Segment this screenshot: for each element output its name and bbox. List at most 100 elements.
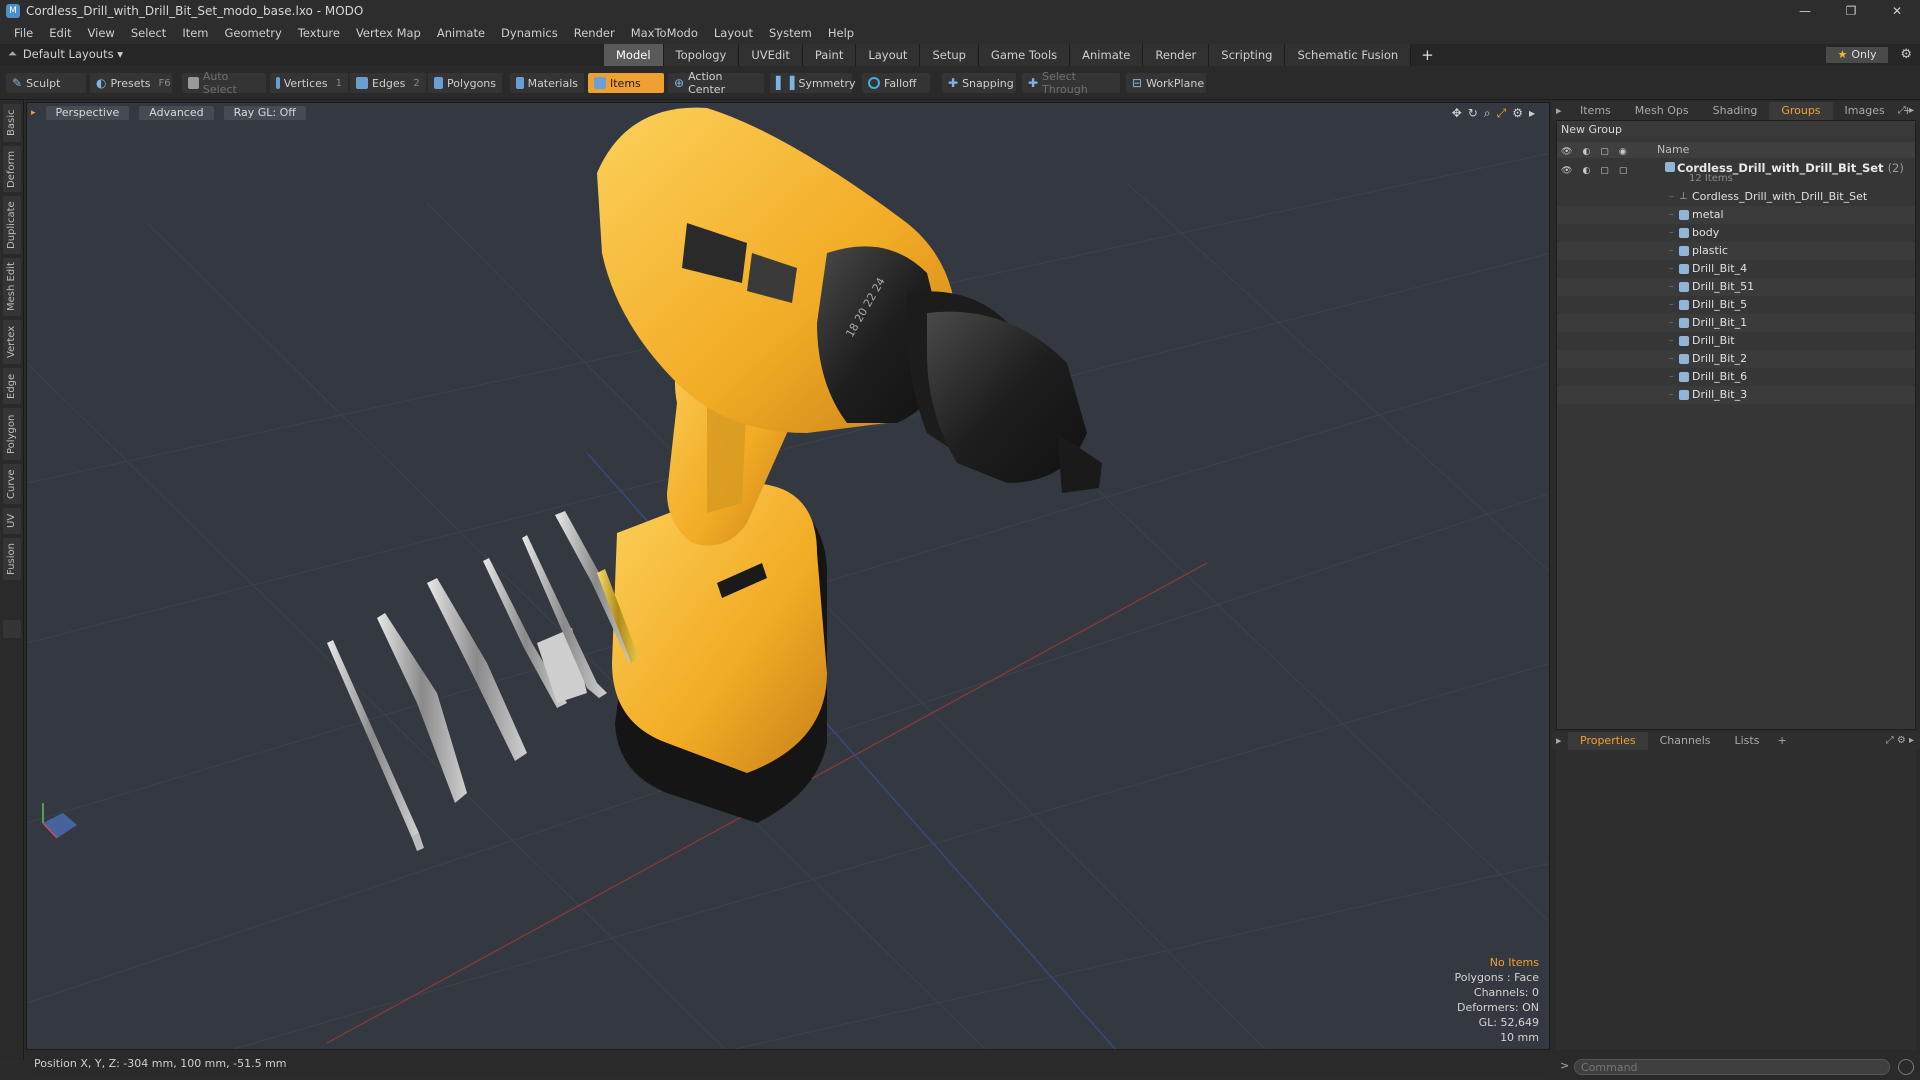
sculpt-button[interactable]: ✎ Sculpt [6, 73, 86, 93]
lock-icon[interactable]: ▢ [1600, 166, 1609, 176]
menu-view[interactable]: View [80, 26, 123, 40]
vtab-edge[interactable]: Edge [3, 368, 21, 404]
auto-select-button[interactable]: Auto Select [182, 70, 266, 96]
list-item[interactable]: – Drill_Bit_2 [1557, 350, 1915, 368]
vtab-polygon[interactable]: Polygon [3, 408, 21, 460]
materials-button[interactable]: Materials [510, 73, 584, 93]
command-history-button[interactable] [1898, 1059, 1914, 1075]
panel-menu-icon[interactable]: ▸ [1552, 102, 1568, 120]
menu-maxtomodo[interactable]: MaxToModo [623, 26, 706, 40]
group-row[interactable]: 👁 ◐ ▢ ▢ Cordless_Drill_with_Drill_Bit_Se… [1557, 158, 1915, 188]
list-item[interactable]: – body [1557, 224, 1915, 242]
close-icon[interactable]: ✕ [1874, 0, 1920, 22]
new-group-button[interactable]: New Group [1557, 121, 1915, 138]
menu-help[interactable]: Help [820, 26, 862, 40]
tab-animate[interactable]: Animate [1070, 44, 1144, 66]
menu-system[interactable]: System [761, 26, 820, 40]
symmetry-button[interactable]: ▌▐ Symmetry [770, 73, 856, 93]
vtab-vertex[interactable]: Vertex [3, 320, 21, 364]
menu-geometry[interactable]: Geometry [217, 26, 290, 40]
viewport-expand-icon[interactable]: ▸ [1529, 106, 1535, 121]
edges-button[interactable]: Edges 2 [350, 73, 426, 93]
vtab-uv[interactable]: UV [3, 508, 21, 534]
scene-render[interactable]: 18 20 22 24 [27, 103, 1550, 1050]
collapse-strip-button[interactable] [3, 620, 21, 638]
tab-paint[interactable]: Paint [802, 44, 857, 66]
tab-model[interactable]: Model [604, 44, 664, 66]
vtab-deform[interactable]: Deform [3, 146, 21, 192]
restore-icon[interactable]: ❐ [1828, 0, 1874, 22]
menu-texture[interactable]: Texture [290, 26, 348, 40]
tab-topology[interactable]: Topology [663, 44, 740, 66]
name-column-header[interactable]: Name [1657, 142, 1689, 158]
list-item[interactable]: – ⊥ Cordless_Drill_with_Drill_Bit_Set [1557, 188, 1915, 206]
polygons-button[interactable]: Polygons [428, 73, 502, 93]
select-through-button[interactable]: ✚ Select Through [1022, 70, 1120, 96]
items-button[interactable]: Items [588, 73, 664, 93]
command-input[interactable] [1574, 1059, 1890, 1075]
list-item[interactable]: – Drill_Bit_5 [1557, 296, 1915, 314]
fit-icon[interactable]: ⤢ [1497, 106, 1507, 121]
list-item[interactable]: – metal [1557, 206, 1915, 224]
add-bottom-tab-button[interactable]: + [1771, 732, 1792, 750]
menu-file[interactable]: File [6, 26, 41, 40]
action-center-button[interactable]: ⊕ Action Center [668, 70, 764, 96]
vtab-basic[interactable]: Basic [3, 104, 21, 142]
list-item[interactable]: – plastic [1557, 242, 1915, 260]
tab-scripting[interactable]: Scripting [1209, 44, 1286, 66]
falloff-button[interactable]: Falloff [862, 73, 930, 93]
tab-channels[interactable]: Channels [1648, 732, 1723, 750]
3d-viewport[interactable]: 18 20 22 24 ▸ Perspective Advanced Ray G… [26, 102, 1550, 1050]
list-item[interactable]: – Drill_Bit_1 [1557, 314, 1915, 332]
view-type-button[interactable]: Perspective [45, 106, 130, 120]
vtab-duplicate[interactable]: Duplicate [3, 196, 21, 254]
menu-vertex-map[interactable]: Vertex Map [348, 26, 429, 40]
vtab-curve[interactable]: Curve [3, 464, 21, 504]
layout-toggle-icon[interactable]: ⏶ [8, 47, 17, 61]
add-tab-button[interactable]: + [1411, 44, 1444, 66]
tab-items[interactable]: Items [1568, 102, 1623, 120]
minimize-icon[interactable]: — [1782, 0, 1828, 22]
raygl-toggle-button[interactable]: Ray GL: Off [223, 106, 306, 120]
rotate-icon[interactable]: ↻ [1468, 106, 1478, 121]
list-item[interactable]: – Drill_Bit_6 [1557, 368, 1915, 386]
list-item[interactable]: – Drill_Bit_4 [1557, 260, 1915, 278]
tab-render[interactable]: Render [1143, 44, 1210, 66]
bottom-panel-expand-icon[interactable]: ⤢ ⚙ ▸ [1886, 735, 1914, 746]
bottom-panel-menu-icon[interactable]: ▸ [1552, 732, 1568, 750]
tab-images[interactable]: Images [1833, 102, 1897, 120]
panel-expand-icon[interactable]: ⤢ ▸ [1898, 105, 1914, 116]
list-item[interactable]: – Drill_Bit_51 [1557, 278, 1915, 296]
workplane-button[interactable]: ⊟ WorkPlane [1126, 73, 1206, 93]
pan-icon[interactable]: ✥ [1452, 106, 1462, 121]
shading-mode-button[interactable]: Advanced [139, 106, 214, 120]
viewport-settings-icon[interactable]: ⚙ [1512, 106, 1523, 121]
vtab-mesh-edit[interactable]: Mesh Edit [3, 258, 21, 316]
only-toggle-button[interactable]: ★ Only [1826, 47, 1888, 63]
vtab-fusion[interactable]: Fusion [3, 538, 21, 580]
select-icon[interactable]: ▢ [1619, 166, 1628, 176]
render-icon[interactable]: ◐ [1582, 166, 1590, 176]
menu-edit[interactable]: Edit [41, 26, 79, 40]
tab-layout[interactable]: Layout [856, 44, 921, 66]
tab-mesh-ops[interactable]: Mesh Ops [1623, 102, 1701, 120]
tab-properties[interactable]: Properties [1568, 732, 1648, 750]
menu-item[interactable]: Item [174, 26, 216, 40]
eye-icon[interactable]: 👁 [1561, 166, 1572, 176]
viewport-menu-icon[interactable]: ▸ [31, 108, 36, 118]
menu-layout[interactable]: Layout [706, 26, 761, 40]
list-item[interactable]: – Drill_Bit_3 [1557, 386, 1915, 404]
vertices-button[interactable]: Vertices 1 [270, 73, 348, 93]
gear-icon[interactable]: ⚙ [1900, 47, 1912, 62]
menu-select[interactable]: Select [123, 26, 174, 40]
zoom-icon[interactable]: ⌕ [1484, 106, 1491, 121]
tab-groups[interactable]: Groups [1769, 102, 1833, 120]
list-item[interactable]: – Drill_Bit [1557, 332, 1915, 350]
tab-game-tools[interactable]: Game Tools [978, 44, 1071, 66]
tab-setup[interactable]: Setup [920, 44, 979, 66]
tab-shading[interactable]: Shading [1701, 102, 1770, 120]
menu-render[interactable]: Render [566, 26, 623, 40]
tab-schematic-fusion[interactable]: Schematic Fusion [1285, 44, 1412, 66]
presets-button[interactable]: ◐ Presets F6 [90, 73, 172, 93]
tab-uvedit[interactable]: UVEdit [739, 44, 803, 66]
